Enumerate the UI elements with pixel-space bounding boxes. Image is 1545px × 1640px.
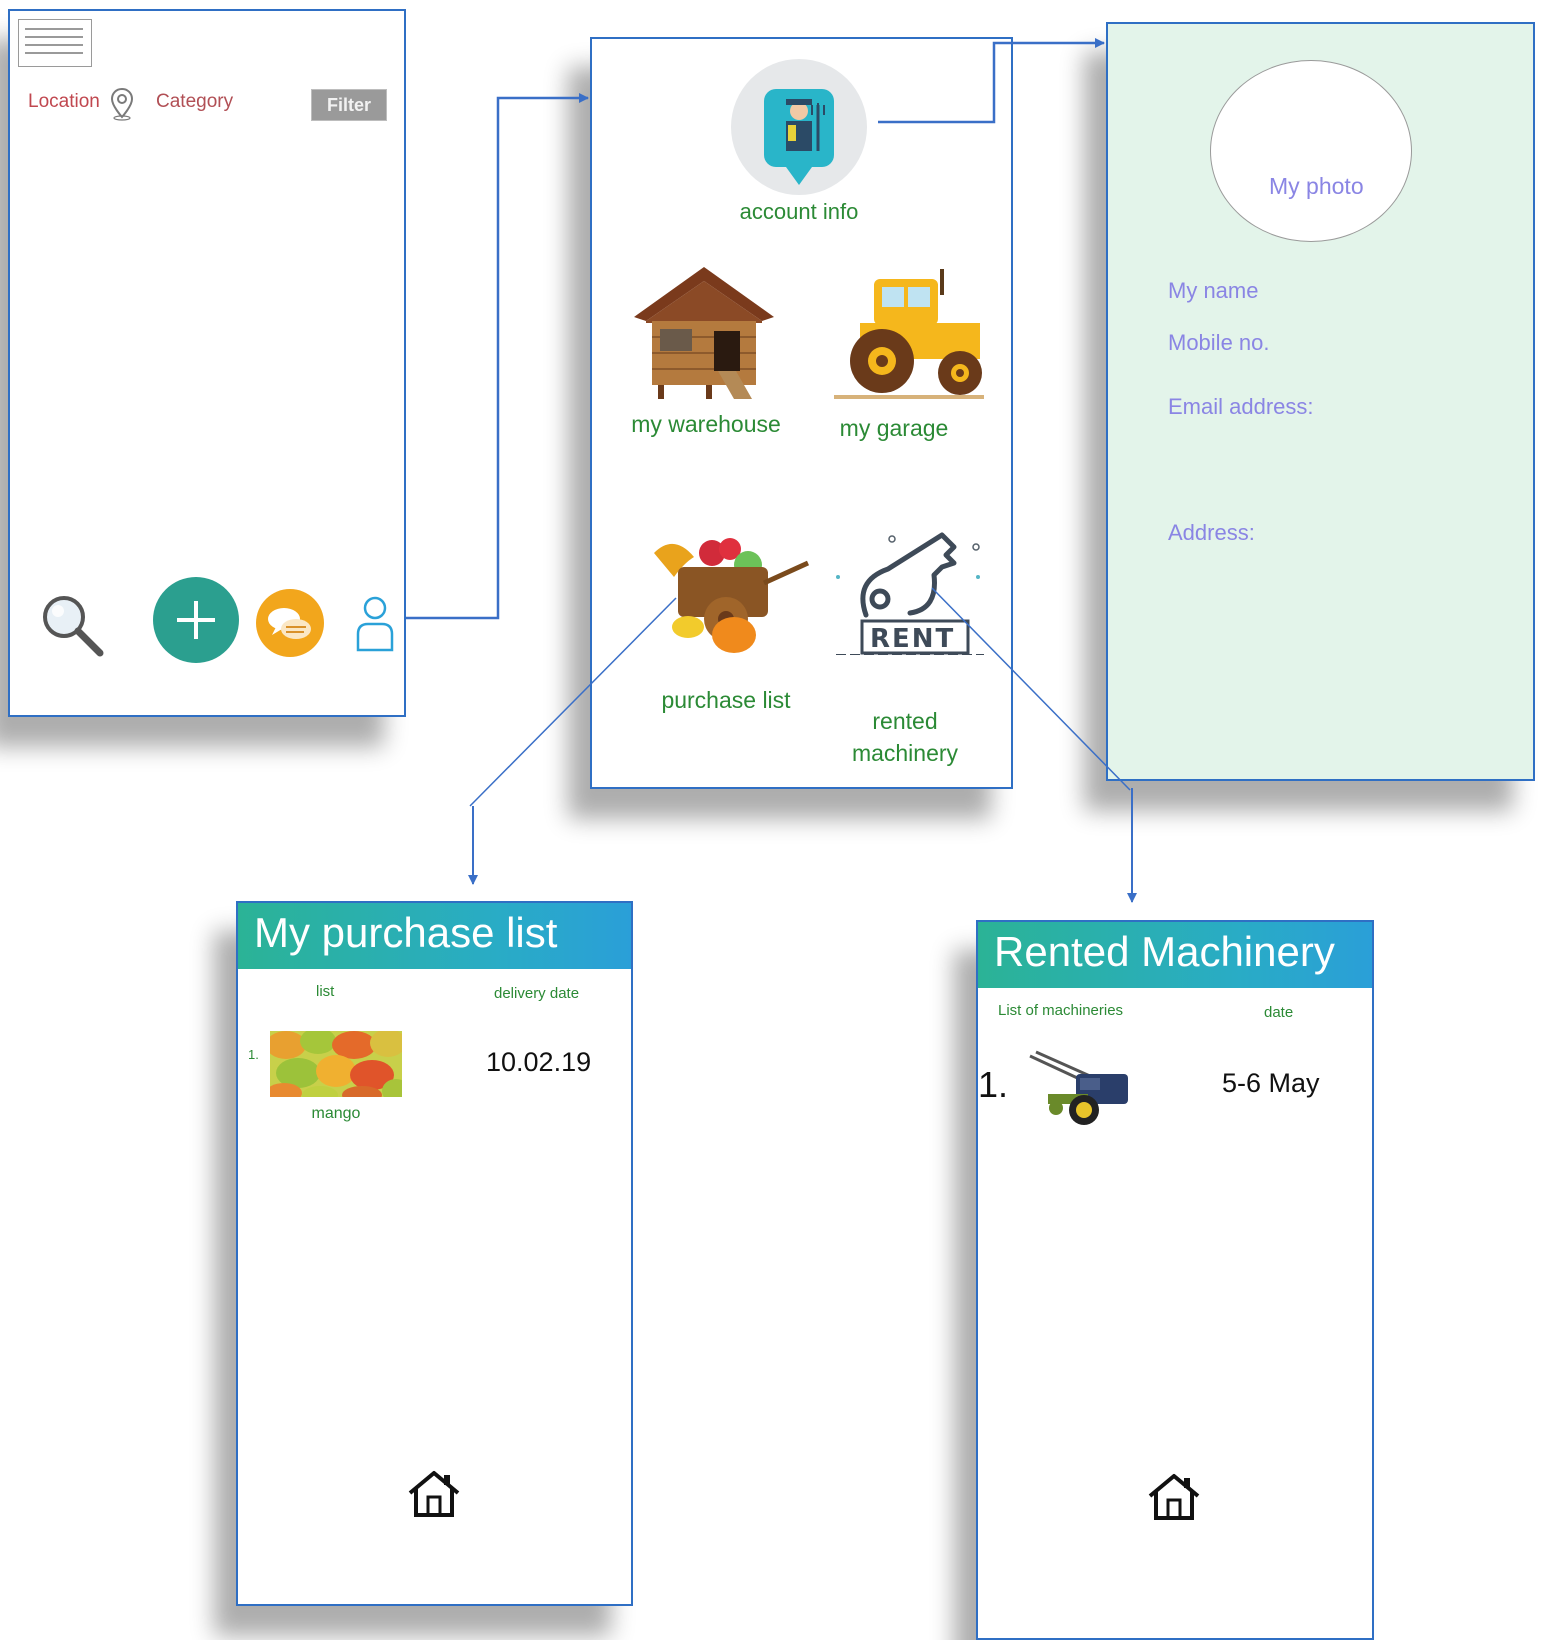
- my-warehouse-label: my warehouse: [631, 411, 781, 437]
- account-info-screen: My photo My name Mobile no. Email addres…: [1106, 22, 1535, 781]
- add-icon: [177, 601, 215, 639]
- location-label[interactable]: Location: [28, 91, 100, 113]
- add-button[interactable]: [153, 577, 239, 663]
- purchase-list-button[interactable]: purchase list: [644, 523, 820, 723]
- item-date: 5-6 May: [1222, 1068, 1320, 1098]
- rented-machinery-screen: Rented Machinery List of machineries dat…: [976, 920, 1374, 1640]
- page-title: My purchase list: [254, 909, 558, 956]
- tractor-icon: [834, 269, 984, 399]
- col-header-machineries: List of machineries: [998, 1002, 1124, 1019]
- home-icon[interactable]: [1146, 1472, 1202, 1522]
- profile-photo[interactable]: My photo: [1210, 60, 1412, 242]
- produce-cart-icon: [654, 538, 810, 653]
- menu-screen: account info my warehouse my garage purc…: [590, 37, 1013, 789]
- account-info-button[interactable]: account info: [726, 59, 872, 229]
- chat-icon: [268, 608, 311, 639]
- home-screen: Location Category Filter: [8, 9, 406, 717]
- location-pin-icon[interactable]: [110, 87, 134, 121]
- mobile-field[interactable]: Mobile no.: [1168, 330, 1270, 356]
- item-name: mango: [311, 1105, 361, 1122]
- power-tiller-image: [1029, 1050, 1128, 1125]
- rent-key-icon: RENT: [836, 532, 984, 656]
- my-garage-button[interactable]: my garage: [824, 265, 1004, 465]
- user-icon[interactable]: [354, 594, 396, 654]
- chat-button[interactable]: [256, 589, 324, 657]
- item-index: 1.: [248, 1047, 259, 1062]
- col-header-list: list: [316, 983, 335, 1000]
- my-garage-label: my garage: [839, 415, 949, 441]
- col-header-date: date: [1264, 1004, 1294, 1021]
- address-field[interactable]: Address:: [1168, 520, 1255, 546]
- purchase-list-label: purchase list: [661, 687, 791, 713]
- farmer-icon: [731, 59, 867, 195]
- name-field[interactable]: My name: [1168, 278, 1258, 304]
- warehouse-icon: [634, 267, 774, 399]
- photo-label: My photo: [1269, 173, 1364, 199]
- rented-header: Rented Machinery: [978, 922, 1372, 988]
- item-delivery-date: 10.02.19: [486, 1047, 592, 1077]
- purchase-header: My purchase list: [238, 903, 631, 969]
- mango-image: [270, 1031, 402, 1097]
- my-warehouse-button[interactable]: my warehouse: [624, 261, 788, 461]
- filter-button[interactable]: Filter: [311, 89, 387, 121]
- menu-icon[interactable]: [18, 19, 92, 67]
- item-index: 1.: [978, 1064, 1009, 1105]
- email-field[interactable]: Email address:: [1168, 394, 1314, 420]
- search-icon[interactable]: [38, 591, 108, 661]
- home-icon[interactable]: [406, 1469, 462, 1519]
- rented-label-line2: machinery: [851, 740, 959, 766]
- rent-sign-text: RENT: [870, 624, 955, 654]
- col-header-delivery-date: delivery date: [494, 985, 580, 1002]
- purchase-list-screen: My purchase list list delivery date 1. m…: [236, 901, 633, 1606]
- category-label[interactable]: Category: [156, 91, 233, 113]
- rented-machinery-button[interactable]: RENT rented machinery: [826, 495, 1004, 785]
- page-title: Rented Machinery: [994, 928, 1335, 975]
- account-info-label: account info: [739, 199, 859, 224]
- rented-label-line1: rented: [872, 708, 938, 734]
- arrow-home-to-menu: [406, 93, 589, 620]
